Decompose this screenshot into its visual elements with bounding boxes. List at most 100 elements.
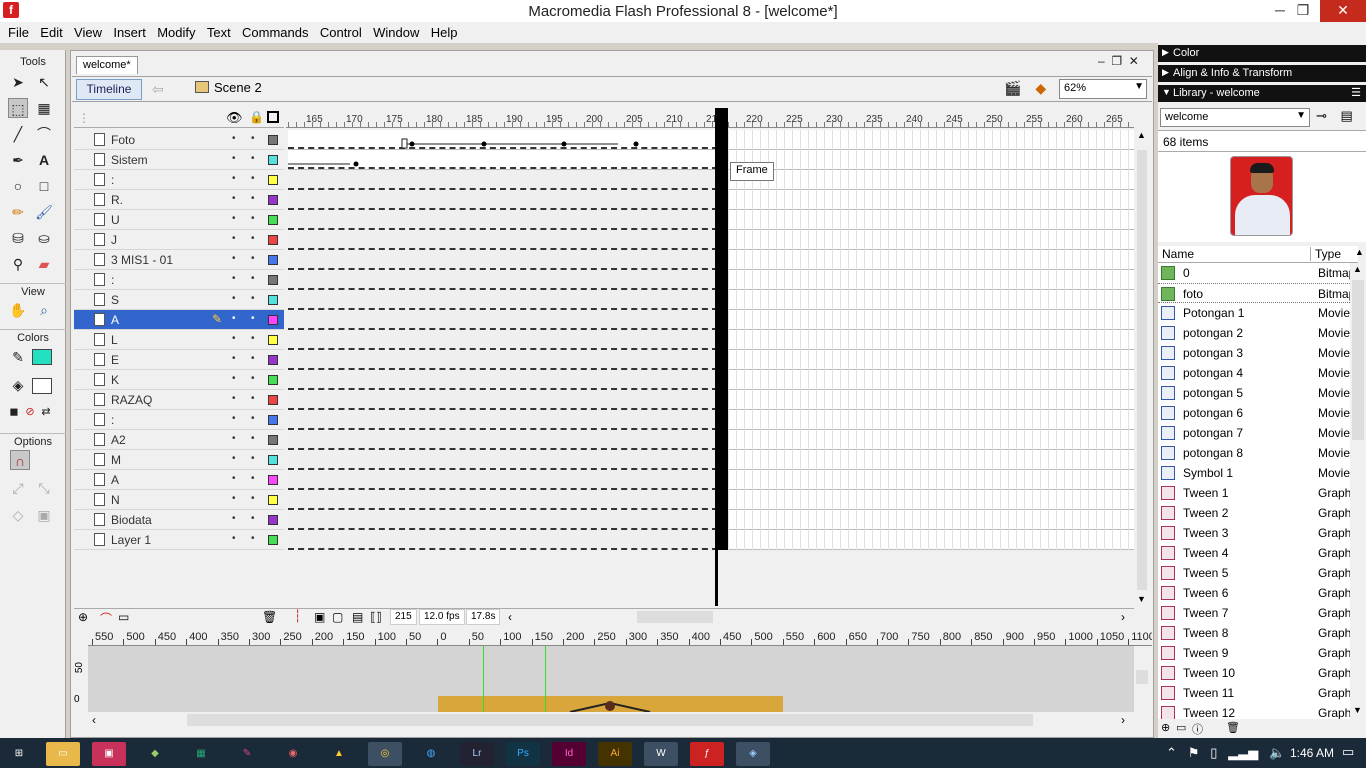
library-item[interactable]: Tween 11 Graph — [1158, 683, 1350, 703]
scroll-down-icon[interactable]: ▼ — [1353, 705, 1362, 715]
visibility-dot[interactable]: • — [232, 193, 236, 204]
layer-row[interactable]: RAZAQ • • — [74, 390, 284, 410]
layer-row[interactable]: Layer 1 • • — [74, 530, 284, 550]
back-arrow-icon[interactable]: ⇦ — [152, 81, 172, 98]
lock-dot[interactable]: • — [251, 213, 255, 224]
lock-dot[interactable]: • — [251, 453, 255, 464]
zoom-tool-icon[interactable]: ⌕ — [34, 300, 54, 320]
lock-dot[interactable]: • — [251, 153, 255, 164]
outline-color-swatch[interactable] — [268, 175, 278, 185]
visibility-dot[interactable]: • — [232, 213, 236, 224]
scroll-right-icon[interactable]: › — [1121, 610, 1125, 624]
scroll-up-icon[interactable]: ▲ — [1137, 130, 1146, 140]
text-tool-icon[interactable]: A — [34, 150, 54, 170]
library-item[interactable]: Tween 1 Graph — [1158, 483, 1350, 503]
scroll-left-icon[interactable]: ‹ — [92, 713, 96, 727]
visibility-dot[interactable]: • — [232, 493, 236, 504]
outline-icon[interactable] — [267, 111, 279, 123]
layer-row[interactable]: U • • — [74, 210, 284, 230]
outline-color-swatch[interactable] — [268, 155, 278, 165]
library-item[interactable]: Tween 8 Graph — [1158, 623, 1350, 643]
lock-dot[interactable]: • — [251, 533, 255, 544]
selection-tool-icon[interactable]: ➤ — [8, 72, 28, 92]
hand-tool-icon[interactable]: ✋ — [8, 300, 28, 320]
notifications-icon[interactable]: ▭ — [1342, 744, 1354, 760]
timeline-toggle-button[interactable]: Timeline — [76, 79, 142, 100]
app-icon-6[interactable]: ◍ — [414, 742, 448, 766]
illustrator-icon[interactable]: Ai — [598, 742, 632, 766]
outline-color-swatch[interactable] — [268, 455, 278, 465]
visibility-dot[interactable]: • — [232, 413, 236, 424]
library-item[interactable]: potongan 3 Movie — [1158, 343, 1350, 363]
visibility-dot[interactable]: • — [232, 293, 236, 304]
lock-dot[interactable]: • — [251, 473, 255, 484]
edit-symbols-icon[interactable]: ◆ — [1035, 80, 1046, 96]
timeline-hscroll-thumb[interactable] — [637, 611, 713, 623]
column-type[interactable]: Type — [1310, 247, 1341, 261]
oval-tool-icon[interactable]: ○ — [8, 176, 28, 196]
edit-multiple-frames-icon[interactable]: ▤ — [352, 610, 363, 624]
close-button[interactable]: ✕ — [1320, 0, 1366, 22]
app-icon-1[interactable]: ▣ — [92, 742, 126, 766]
visibility-dot[interactable]: • — [232, 453, 236, 464]
frame-span[interactable] — [288, 450, 718, 470]
scroll-down-icon[interactable]: ▼ — [1137, 594, 1146, 604]
frame-span[interactable] — [288, 490, 718, 510]
scene-breadcrumb[interactable]: Scene 2 — [195, 80, 262, 95]
library-item[interactable]: potongan 5 Movie — [1158, 383, 1350, 403]
layer-row[interactable]: S • • — [74, 290, 284, 310]
frame-span[interactable] — [288, 250, 718, 270]
lock-dot[interactable]: • — [251, 293, 255, 304]
outline-color-swatch[interactable] — [268, 295, 278, 305]
visibility-dot[interactable]: • — [232, 133, 236, 144]
pen-tool-icon[interactable]: ✒ — [8, 150, 28, 170]
layer-row[interactable]: K • • — [74, 370, 284, 390]
outline-color-swatch[interactable] — [268, 475, 278, 485]
outline-color-swatch[interactable] — [268, 395, 278, 405]
battery-icon[interactable]: ▯ — [1210, 745, 1217, 760]
menu-insert[interactable]: Insert — [113, 22, 146, 40]
visibility-dot[interactable]: • — [232, 153, 236, 164]
properties-icon[interactable]: ⓘ — [1192, 721, 1203, 737]
eraser-tool-icon[interactable]: ▰ — [34, 254, 54, 274]
layer-row[interactable]: L • • — [74, 330, 284, 350]
doc-close-icon[interactable]: ✕ — [1129, 54, 1139, 68]
app-icon-2[interactable]: ◆ — [138, 742, 172, 766]
library-item[interactable]: potongan 6 Movie — [1158, 403, 1350, 423]
lock-dot[interactable]: • — [251, 373, 255, 384]
fill-color-icon[interactable]: ◈ — [8, 375, 28, 395]
eye-icon[interactable]: 👁 — [226, 110, 243, 126]
scroll-right-icon[interactable]: › — [1121, 713, 1125, 727]
start-icon[interactable]: ⊞ — [2, 742, 36, 766]
delete-layer-icon[interactable]: 🗑 — [262, 610, 277, 624]
outline-color-swatch[interactable] — [268, 335, 278, 345]
doc-restore-icon[interactable]: ❐ — [1111, 54, 1122, 68]
photoshop-icon[interactable]: Ps — [506, 742, 540, 766]
outline-color-swatch[interactable] — [268, 355, 278, 365]
frame-span[interactable] — [288, 410, 718, 430]
layer-row[interactable]: A • • — [74, 470, 284, 490]
outline-color-swatch[interactable] — [268, 135, 278, 145]
eyedropper-tool-icon[interactable]: ⚲ — [8, 254, 28, 274]
stage-hscroll-thumb[interactable] — [187, 714, 1033, 726]
library-item[interactable]: Tween 10 Graph — [1158, 663, 1350, 683]
brush-tool-icon[interactable]: 🖌 — [34, 202, 54, 222]
frame-span[interactable] — [288, 510, 718, 530]
menu-help[interactable]: Help — [431, 22, 458, 40]
app-icon-7[interactable]: ◈ — [736, 742, 770, 766]
menu-commands[interactable]: Commands — [242, 22, 308, 40]
outline-color-swatch[interactable] — [268, 315, 278, 325]
lock-dot[interactable]: • — [251, 273, 255, 284]
indesign-icon[interactable]: Id — [552, 742, 586, 766]
library-item[interactable]: 0 Bitmap — [1158, 263, 1350, 283]
layer-row[interactable]: Biodata • • — [74, 510, 284, 530]
menu-modify[interactable]: Modify — [157, 22, 195, 40]
color-panel-header[interactable]: ▶ Color — [1158, 45, 1366, 62]
menu-edit[interactable]: Edit — [40, 22, 62, 40]
lock-dot[interactable]: • — [251, 253, 255, 264]
frame-span[interactable] — [288, 350, 718, 370]
frame-span[interactable] — [288, 530, 718, 550]
outline-color-swatch[interactable] — [268, 535, 278, 545]
frame-span[interactable] — [288, 190, 718, 210]
layer-row[interactable]: : • • — [74, 410, 284, 430]
